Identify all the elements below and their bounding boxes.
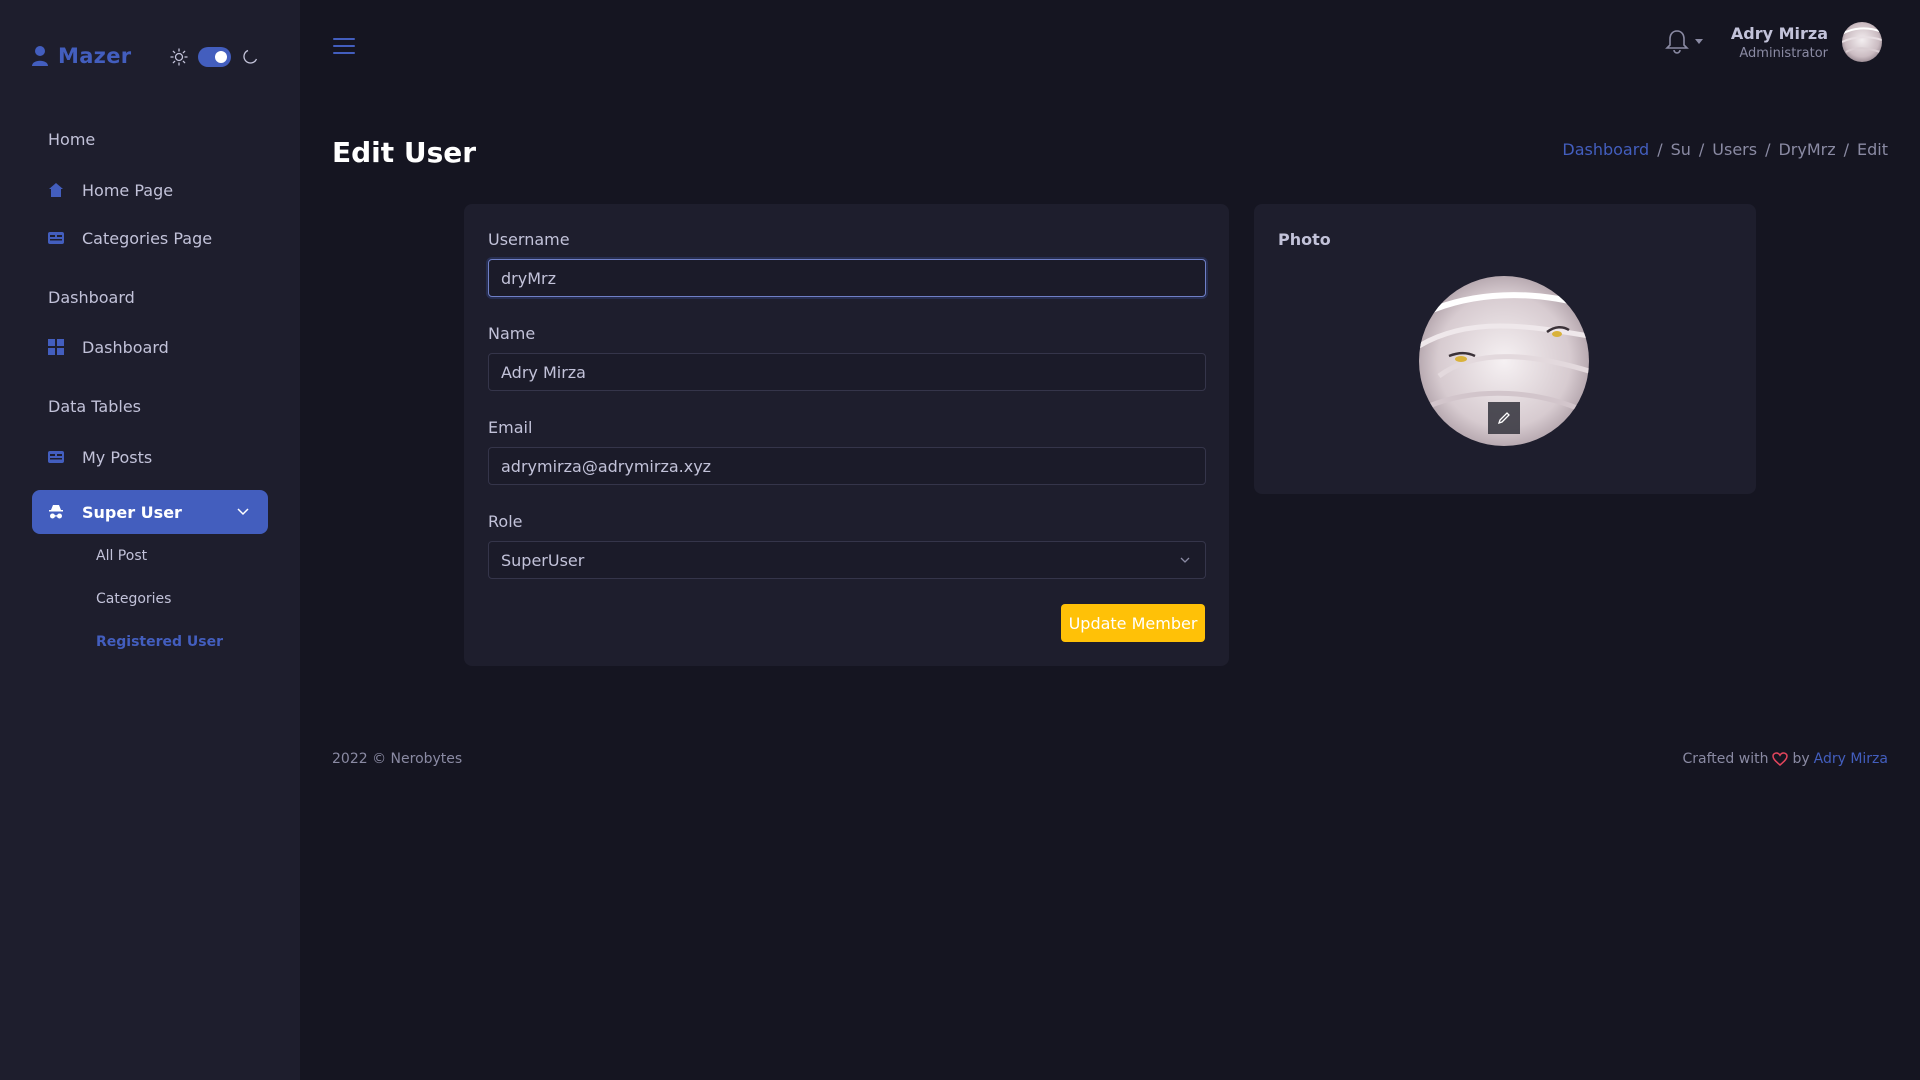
sidebar-item-label: Home Page [82,180,174,200]
photo-card: Photo [1254,204,1756,494]
sidebar-item-super-user[interactable]: Super User [32,490,268,534]
name-input[interactable]: Adry Mirza [488,353,1206,391]
avatar[interactable] [1842,22,1882,62]
sun-icon [170,48,188,66]
submenu-item-all-post[interactable]: All Post [96,548,147,564]
breadcrumb: Dashboard / Su / Users / DryMrz / Edit [1562,140,1888,159]
menu-section-home: Home [48,130,96,149]
caret-down-icon [1694,39,1703,44]
role-label: Role [488,512,523,531]
breadcrumb-separator: / [1698,140,1705,159]
edit-photo-button[interactable] [1488,402,1520,434]
bell-icon [1664,30,1689,54]
brand-name: Mazer [58,44,132,68]
submenu-item-registered-user[interactable]: Registered User [96,634,223,650]
pencil-icon [1497,412,1510,425]
grid-icon [48,339,64,355]
footer-credits: Crafted with by Adry Mirza [1683,751,1888,767]
menu-section-data-tables: Data Tables [48,397,141,416]
footer-crafted-prefix: Crafted with [1682,751,1769,767]
footer-author-link[interactable]: Adry Mirza [1814,751,1888,767]
hamburger-menu-icon[interactable] [332,36,356,56]
moon-icon [243,49,258,64]
username-input[interactable]: dryMrz [488,259,1206,297]
role-select[interactable]: SuperUser [488,541,1206,579]
photo-title: Photo [1278,230,1331,249]
sidebar-item-categories-page[interactable]: Categories Page [32,216,268,260]
brand[interactable]: Mazer [30,44,131,68]
house-icon [48,182,64,198]
sidebar-item-label: Dashboard [82,337,169,357]
username-label: Username [488,230,570,249]
breadcrumb-current: Edit [1857,140,1888,159]
heart-icon [1772,752,1789,766]
footer-copyright: 2022 © Nerobytes [332,751,463,767]
user-icon [32,46,48,66]
theme-toggle [170,47,259,67]
sidebar-item-dashboard[interactable]: Dashboard [32,325,268,369]
role-select-value: SuperUser [501,550,585,570]
submenu-item-categories[interactable]: Categories [96,591,171,607]
footer-by: by [1792,751,1810,767]
header-user-area: Adry Mirza Administrator [1664,22,1882,62]
breadcrumb-dashboard[interactable]: Dashboard [1562,140,1649,159]
dark-mode-switch[interactable] [198,47,231,67]
email-input[interactable]: adrymirza@adrymirza.xyz [488,447,1206,485]
email-label: Email [488,418,533,437]
edit-user-form-card: Username dryMrz Name Adry Mirza Email ad… [464,204,1229,666]
menu-section-dashboard: Dashboard [48,288,135,307]
name-label: Name [488,324,536,343]
page-title: Edit User [332,136,477,169]
sidebar-item-my-posts[interactable]: My Posts [32,435,268,479]
user-role: Administrator [1739,45,1828,61]
chevron-down-icon [237,508,249,516]
switch-knob [215,51,227,63]
sidebar-item-label: Categories Page [82,228,213,248]
breadcrumb-separator: / [1843,140,1850,159]
sidebar: Mazer Home Home Page Categories Page Das… [0,0,300,1080]
card-icon [48,230,64,246]
breadcrumb-separator: / [1657,140,1663,159]
sidebar-item-label: Super User [82,502,182,522]
card-icon [48,449,64,465]
breadcrumb-su[interactable]: Su [1671,140,1691,159]
sidebar-item-label: My Posts [82,447,153,467]
incognito-icon [48,504,64,520]
breadcrumb-user[interactable]: DryMrz [1778,140,1835,159]
notifications-dropdown[interactable] [1664,29,1703,55]
user-name: Adry Mirza [1730,23,1828,43]
sidebar-item-home-page[interactable]: Home Page [32,168,268,212]
breadcrumb-separator: / [1765,140,1771,159]
chevron-down-icon [1180,557,1190,563]
user-meta[interactable]: Adry Mirza Administrator [1731,24,1828,61]
breadcrumb-users[interactable]: Users [1712,140,1757,159]
update-member-button[interactable]: Update Member [1061,604,1205,642]
